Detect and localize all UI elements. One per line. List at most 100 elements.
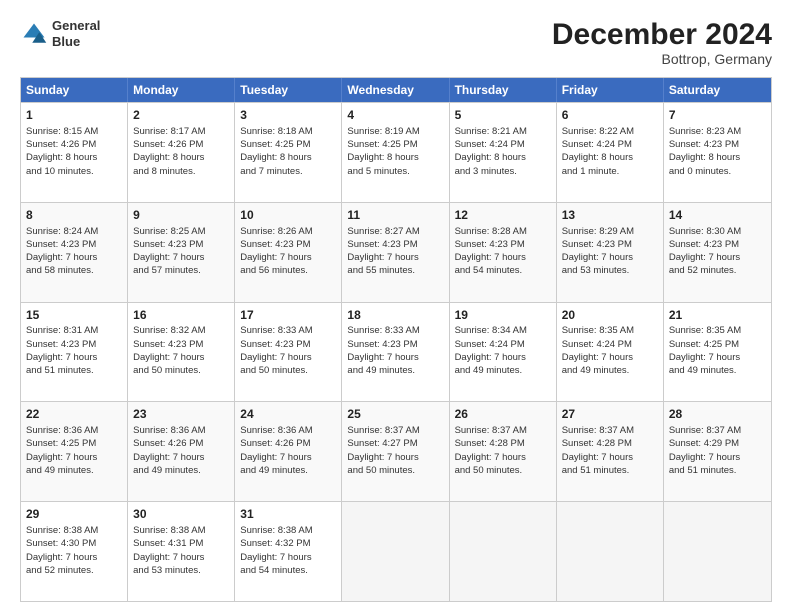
day-info-line: Sunrise: 8:36 AM: [26, 424, 122, 437]
day-info-line: Daylight: 7 hours: [669, 351, 766, 364]
calendar-header-day: Tuesday: [235, 78, 342, 102]
day-number: 1: [26, 107, 122, 124]
day-info-line: Sunrise: 8:34 AM: [455, 324, 551, 337]
calendar-header-day: Thursday: [450, 78, 557, 102]
day-number: 28: [669, 406, 766, 423]
day-number: 31: [240, 506, 336, 523]
day-info-line: Daylight: 7 hours: [455, 451, 551, 464]
day-info-line: and 49 minutes.: [133, 464, 229, 477]
day-info-line: Sunset: 4:23 PM: [669, 138, 766, 151]
day-info-line: Sunset: 4:30 PM: [26, 537, 122, 550]
day-info-line: Sunset: 4:23 PM: [455, 238, 551, 251]
day-info-line: Sunrise: 8:28 AM: [455, 225, 551, 238]
day-info-line: Sunrise: 8:18 AM: [240, 125, 336, 138]
day-info-line: Sunrise: 8:37 AM: [669, 424, 766, 437]
calendar-cell: 1Sunrise: 8:15 AMSunset: 4:26 PMDaylight…: [21, 103, 128, 202]
day-info-line: Sunset: 4:23 PM: [347, 338, 443, 351]
day-info-line: Daylight: 7 hours: [240, 351, 336, 364]
day-info-line: and 51 minutes.: [669, 464, 766, 477]
day-info-line: Daylight: 7 hours: [455, 251, 551, 264]
day-info-line: and 3 minutes.: [455, 165, 551, 178]
day-info-line: Daylight: 7 hours: [240, 551, 336, 564]
day-info-line: and 50 minutes.: [240, 364, 336, 377]
day-number: 21: [669, 307, 766, 324]
calendar-cell: 27Sunrise: 8:37 AMSunset: 4:28 PMDayligh…: [557, 402, 664, 501]
day-number: 16: [133, 307, 229, 324]
day-number: 10: [240, 207, 336, 224]
day-info-line: and 1 minute.: [562, 165, 658, 178]
day-number: 24: [240, 406, 336, 423]
day-info-line: Daylight: 8 hours: [669, 151, 766, 164]
day-number: 30: [133, 506, 229, 523]
day-info-line: Sunset: 4:25 PM: [669, 338, 766, 351]
day-number: 14: [669, 207, 766, 224]
calendar-cell: 8Sunrise: 8:24 AMSunset: 4:23 PMDaylight…: [21, 203, 128, 302]
day-number: 17: [240, 307, 336, 324]
day-info-line: and 51 minutes.: [562, 464, 658, 477]
day-info-line: Sunset: 4:23 PM: [26, 338, 122, 351]
calendar-week-row: 1Sunrise: 8:15 AMSunset: 4:26 PMDaylight…: [21, 102, 771, 202]
calendar-cell: 12Sunrise: 8:28 AMSunset: 4:23 PMDayligh…: [450, 203, 557, 302]
day-info-line: and 50 minutes.: [347, 464, 443, 477]
day-info-line: Sunrise: 8:22 AM: [562, 125, 658, 138]
day-info-line: Daylight: 7 hours: [562, 351, 658, 364]
day-info-line: Daylight: 8 hours: [240, 151, 336, 164]
day-number: 19: [455, 307, 551, 324]
day-info-line: and 49 minutes.: [240, 464, 336, 477]
day-info-line: Sunset: 4:25 PM: [240, 138, 336, 151]
day-info-line: Daylight: 7 hours: [347, 351, 443, 364]
day-number: 2: [133, 107, 229, 124]
day-info-line: Sunset: 4:24 PM: [562, 338, 658, 351]
day-number: 13: [562, 207, 658, 224]
day-info-line: and 54 minutes.: [240, 564, 336, 577]
day-info-line: and 52 minutes.: [669, 264, 766, 277]
logo: General Blue: [20, 18, 100, 49]
day-info-line: Sunrise: 8:17 AM: [133, 125, 229, 138]
day-info-line: Sunset: 4:26 PM: [133, 437, 229, 450]
calendar-cell: 2Sunrise: 8:17 AMSunset: 4:26 PMDaylight…: [128, 103, 235, 202]
day-info-line: Sunset: 4:28 PM: [562, 437, 658, 450]
day-info-line: and 7 minutes.: [240, 165, 336, 178]
day-number: 8: [26, 207, 122, 224]
day-info-line: Daylight: 7 hours: [669, 451, 766, 464]
calendar-cell: 13Sunrise: 8:29 AMSunset: 4:23 PMDayligh…: [557, 203, 664, 302]
calendar-cell: 11Sunrise: 8:27 AMSunset: 4:23 PMDayligh…: [342, 203, 449, 302]
day-info-line: Sunrise: 8:36 AM: [240, 424, 336, 437]
calendar-cell: 16Sunrise: 8:32 AMSunset: 4:23 PMDayligh…: [128, 303, 235, 402]
logo-icon: [20, 20, 48, 48]
day-number: 12: [455, 207, 551, 224]
day-info-line: Sunrise: 8:25 AM: [133, 225, 229, 238]
day-info-line: Sunset: 4:23 PM: [347, 238, 443, 251]
day-info-line: Sunrise: 8:29 AM: [562, 225, 658, 238]
day-info-line: and 5 minutes.: [347, 165, 443, 178]
day-info-line: Sunset: 4:23 PM: [240, 338, 336, 351]
day-info-line: and 0 minutes.: [669, 165, 766, 178]
calendar-cell: 20Sunrise: 8:35 AMSunset: 4:24 PMDayligh…: [557, 303, 664, 402]
calendar-header-row: SundayMondayTuesdayWednesdayThursdayFrid…: [21, 78, 771, 102]
day-info-line: Sunrise: 8:35 AM: [562, 324, 658, 337]
calendar-week-row: 29Sunrise: 8:38 AMSunset: 4:30 PMDayligh…: [21, 501, 771, 601]
day-number: 11: [347, 207, 443, 224]
day-info-line: Sunset: 4:28 PM: [455, 437, 551, 450]
day-info-line: Daylight: 7 hours: [669, 251, 766, 264]
day-info-line: Sunrise: 8:15 AM: [26, 125, 122, 138]
day-number: 23: [133, 406, 229, 423]
day-info-line: Daylight: 8 hours: [562, 151, 658, 164]
calendar-cell: 19Sunrise: 8:34 AMSunset: 4:24 PMDayligh…: [450, 303, 557, 402]
day-number: 9: [133, 207, 229, 224]
day-number: 5: [455, 107, 551, 124]
calendar-cell: 15Sunrise: 8:31 AMSunset: 4:23 PMDayligh…: [21, 303, 128, 402]
day-info-line: Daylight: 7 hours: [26, 251, 122, 264]
day-info-line: Sunrise: 8:24 AM: [26, 225, 122, 238]
day-info-line: Sunset: 4:24 PM: [562, 138, 658, 151]
day-info-line: Daylight: 7 hours: [347, 451, 443, 464]
day-info-line: Sunset: 4:23 PM: [26, 238, 122, 251]
day-info-line: Sunrise: 8:38 AM: [240, 524, 336, 537]
calendar-header-day: Wednesday: [342, 78, 449, 102]
day-info-line: Sunrise: 8:27 AM: [347, 225, 443, 238]
day-info-line: and 49 minutes.: [562, 364, 658, 377]
calendar-cell: 7Sunrise: 8:23 AMSunset: 4:23 PMDaylight…: [664, 103, 771, 202]
calendar: SundayMondayTuesdayWednesdayThursdayFrid…: [20, 77, 772, 602]
day-info-line: and 49 minutes.: [347, 364, 443, 377]
calendar-week-row: 15Sunrise: 8:31 AMSunset: 4:23 PMDayligh…: [21, 302, 771, 402]
